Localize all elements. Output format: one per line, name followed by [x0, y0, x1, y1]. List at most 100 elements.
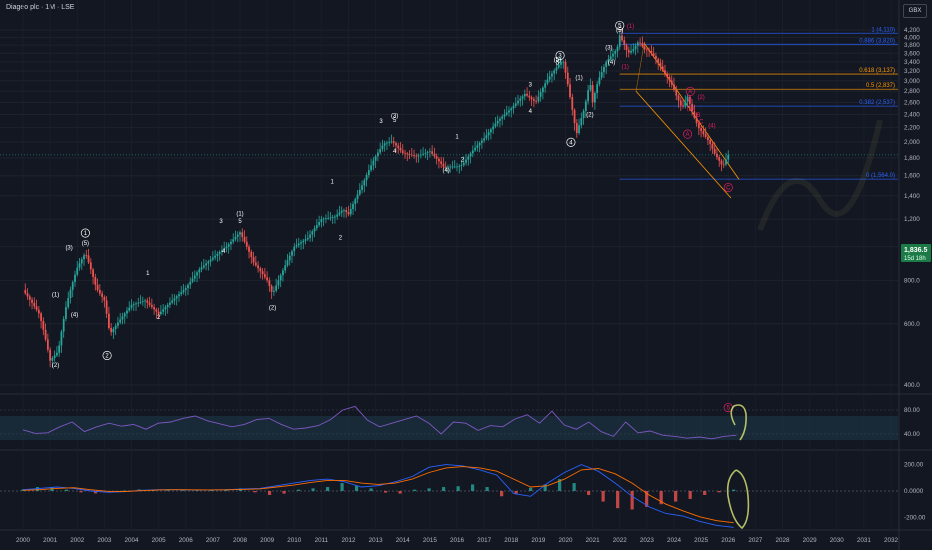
- candle-body: [128, 307, 131, 311]
- macd-hist-bar: [64, 489, 69, 491]
- candle-body: [148, 302, 151, 305]
- wave-label: (3): [605, 46, 612, 52]
- candle-body: [487, 132, 490, 136]
- candle-body: [42, 320, 45, 330]
- macd-hist-bar: [412, 489, 417, 491]
- wave-label: (4): [442, 168, 449, 174]
- candle-body: [166, 304, 169, 308]
- candle-body: [478, 142, 481, 146]
- candle-body: [198, 269, 201, 273]
- grid-lines: [0, 0, 932, 550]
- candle-body: [178, 294, 180, 297]
- candle-body: [399, 147, 402, 151]
- candle-body: [69, 289, 72, 299]
- candle-body: [53, 355, 56, 358]
- candle-body: [157, 311, 160, 315]
- time-tick-label: 2007: [206, 537, 221, 544]
- rsi-tick-label: 80.00: [904, 407, 920, 414]
- candle-body: [551, 73, 553, 77]
- candle-body: [119, 319, 122, 323]
- candle-body: [259, 268, 262, 272]
- candle-body: [720, 160, 723, 165]
- wave-label: 3: [558, 54, 562, 60]
- candle-body: [209, 259, 212, 262]
- candle-body: [718, 157, 721, 161]
- candle-body: [603, 66, 605, 73]
- macd-hist-bar: [601, 491, 605, 502]
- candle-body: [347, 212, 350, 215]
- time-tick-label: 2029: [803, 537, 818, 544]
- candle-body: [232, 239, 235, 242]
- time-tick-label: 2019: [531, 537, 546, 544]
- candle-body: [682, 105, 684, 107]
- time-tick-label: 2015: [423, 537, 438, 544]
- candle-body: [24, 290, 27, 294]
- wave-label: (5): [82, 241, 89, 247]
- candle-body: [76, 267, 79, 275]
- wave-label: 2: [339, 235, 343, 241]
- wave-label: (5): [616, 28, 623, 34]
- candle-body: [266, 277, 269, 281]
- candle-body: [83, 255, 85, 260]
- candle-body: [169, 302, 171, 305]
- time-tick-label: 2009: [260, 537, 275, 544]
- candle-body: [218, 252, 221, 254]
- macd-hist-bar: [572, 483, 576, 491]
- candle-body: [121, 316, 124, 320]
- candle-body: [655, 55, 657, 59]
- chart-canvas[interactable]: 1 (4,110) 0.886 (3,820) 0.618 (3,137) 0.5 (…: [0, 0, 932, 550]
- candle-body: [295, 245, 298, 247]
- candle-body: [182, 290, 185, 293]
- price-tick-label: 3,000: [904, 78, 920, 85]
- candle-body: [60, 331, 63, 346]
- time-tick-label: 2030: [830, 537, 845, 544]
- candle-body: [146, 300, 149, 303]
- wave-label: A: [688, 89, 692, 95]
- candle-body: [202, 265, 205, 268]
- candle-body: [546, 79, 549, 84]
- highlight-mark: [726, 469, 750, 530]
- time-tick-label: 2012: [341, 537, 356, 544]
- price-tick-label: 3,800: [904, 42, 920, 49]
- candle-body: [239, 232, 241, 235]
- candle-body: [544, 83, 547, 88]
- candle-body: [476, 145, 479, 148]
- macd-hist-bar: [253, 491, 257, 493]
- candle-body: [257, 265, 259, 269]
- price-axis[interactable]: 4,2004,0003,8003,600 3,400 3,200 3,000 2,800…: [904, 27, 926, 389]
- candle-body: [530, 97, 533, 100]
- wave-label: 4: [569, 140, 573, 146]
- candle-body: [501, 116, 504, 119]
- time-axis[interactable]: 2000 2001 2002 2003 2004 2005 2006 2007 2008 2009…: [16, 537, 899, 544]
- price-tick-label: 600.0: [904, 321, 920, 328]
- candle-body: [480, 140, 483, 143]
- candle-body: [248, 246, 250, 252]
- macd-hist-bar: [354, 485, 359, 491]
- candle-body: [386, 142, 388, 144]
- candle-body: [609, 56, 612, 60]
- macd-hist-bar: [369, 488, 373, 491]
- time-tick-label: 2024: [667, 537, 682, 544]
- candle-body: [51, 357, 54, 361]
- candle-body: [725, 159, 727, 165]
- candle-body: [137, 302, 140, 304]
- macd-hist-bar: [325, 487, 330, 491]
- candle-body: [338, 212, 341, 215]
- candle-body: [623, 40, 626, 46]
- candle-body: [320, 219, 323, 223]
- candle-body: [713, 148, 716, 154]
- candle-body: [324, 218, 327, 220]
- candle-body: [273, 290, 275, 292]
- candle-body: [236, 234, 239, 237]
- macd-hist-bar: [398, 491, 402, 494]
- candle-body: [270, 285, 273, 292]
- wave-label: A: [688, 97, 692, 103]
- candle-body: [573, 109, 576, 124]
- macd-hist-bar: [732, 489, 736, 491]
- macd-hist-bar: [514, 491, 518, 494]
- candle-body: [645, 49, 648, 51]
- wave-label: (1): [575, 75, 582, 81]
- macd-pane[interactable]: 200.00 0.0000 -200.00: [0, 462, 926, 530]
- time-tick-label: 2016: [450, 537, 465, 544]
- candle-body: [211, 257, 214, 260]
